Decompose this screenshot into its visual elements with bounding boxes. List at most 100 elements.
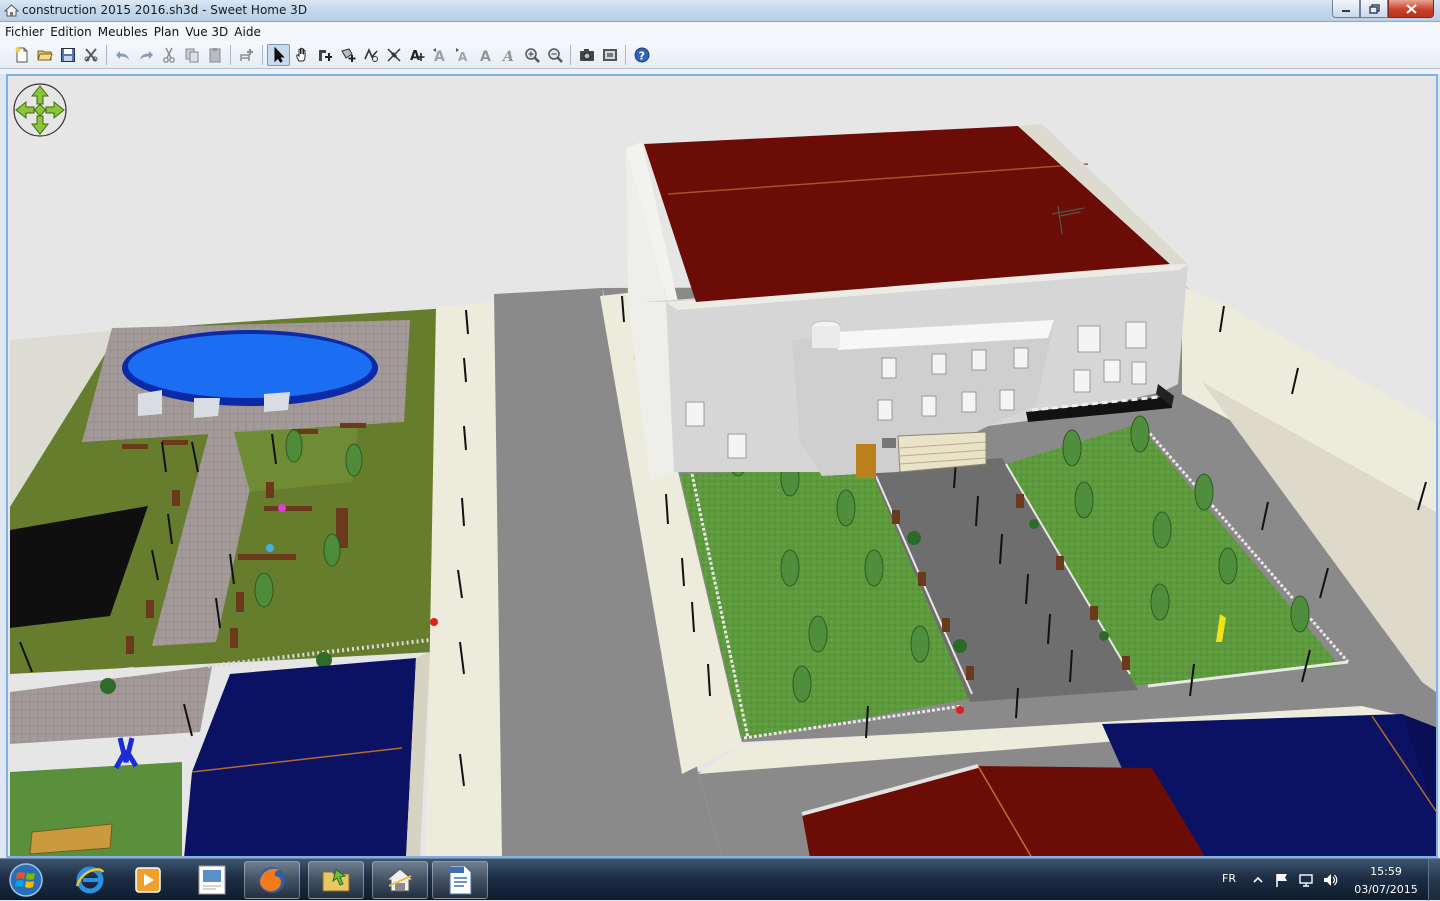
volume-icon[interactable] xyxy=(1322,872,1338,888)
taskbar-document-thumbnail[interactable] xyxy=(184,861,240,899)
maximize-button[interactable] xyxy=(1360,0,1388,18)
select-mode-button[interactable] xyxy=(267,43,290,66)
pan-mode-icon xyxy=(295,47,305,61)
create-walls-icon xyxy=(318,49,332,61)
taskbar-firefox[interactable] xyxy=(244,861,300,899)
increase-text-icon: A xyxy=(432,47,445,63)
create-labels-button[interactable]: A xyxy=(405,44,428,66)
open-button[interactable] xyxy=(33,44,56,66)
paste-icon xyxy=(209,47,220,62)
close-button[interactable] xyxy=(1388,0,1434,18)
add-furniture-icon xyxy=(239,48,253,61)
create-dimensions-icon xyxy=(386,47,401,62)
flag-icon[interactable] xyxy=(1274,872,1290,888)
menu-plan[interactable]: Plan xyxy=(151,25,183,39)
swimming-pool xyxy=(128,334,372,398)
bold-text-button[interactable]: A xyxy=(474,44,497,66)
toolbar-separator xyxy=(262,44,263,65)
decrease-text-button[interactable]: A xyxy=(451,44,474,66)
window-title: construction 2015 2016.sh3d - Sweet Home… xyxy=(22,3,308,17)
increase-text-button[interactable]: A xyxy=(428,44,451,66)
show-desktop-button[interactable] xyxy=(1428,859,1440,901)
menu-vue-3d[interactable]: Vue 3D xyxy=(182,25,231,39)
create-rooms-button[interactable] xyxy=(336,44,359,66)
clock-time[interactable]: 15:59 xyxy=(1368,865,1404,878)
cut-icon xyxy=(162,47,175,63)
zoom-out-button[interactable] xyxy=(543,44,566,66)
cut-button[interactable] xyxy=(157,44,180,66)
navigation-arrows-icon[interactable] xyxy=(12,82,68,138)
create-walls-button[interactable] xyxy=(313,44,336,66)
copy-icon xyxy=(185,48,198,62)
create-dimensions-button[interactable] xyxy=(382,44,405,66)
add-furniture-button[interactable] xyxy=(235,44,258,66)
bold-text-icon: A xyxy=(480,49,491,63)
taskbar-file-explorer[interactable] xyxy=(308,861,364,899)
create-photo-icon xyxy=(579,48,594,61)
zoom-in-icon xyxy=(524,47,540,63)
svg-text:?: ? xyxy=(638,49,644,62)
taskbar-media-player[interactable] xyxy=(120,861,176,899)
undo-button[interactable] xyxy=(111,44,134,66)
create-rooms-icon xyxy=(340,47,355,62)
sweet-home-3d-icon xyxy=(385,868,415,892)
network-icon[interactable] xyxy=(1298,872,1314,888)
create-polylines-button[interactable] xyxy=(359,44,382,66)
help-icon: ? xyxy=(634,47,649,62)
maximize-icon xyxy=(1368,3,1380,14)
redo-button[interactable] xyxy=(134,44,157,66)
sweet-home-3d-icon xyxy=(4,4,19,17)
svg-text:A: A xyxy=(501,49,514,63)
window-controls xyxy=(1332,0,1434,19)
taskbar: FR 15:59 03/07/2015 xyxy=(0,858,1440,901)
create-photo-button[interactable] xyxy=(575,44,598,66)
cut-preferences-icon xyxy=(84,47,97,62)
decrease-text-icon: A xyxy=(455,47,468,63)
create-labels-icon: A xyxy=(410,49,424,63)
show-hidden-icons-icon[interactable] xyxy=(1250,872,1266,888)
taskbar-odf-document[interactable] xyxy=(432,861,488,899)
preferences-button[interactable] xyxy=(79,44,102,66)
pan-mode-button[interactable] xyxy=(290,44,313,66)
create-video-icon xyxy=(602,48,617,61)
open-icon xyxy=(36,50,53,60)
svg-text:A: A xyxy=(480,49,491,63)
menu-bar: Fichier Edition Meubles Plan Vue 3D Aide xyxy=(0,22,1440,41)
save-icon xyxy=(60,47,75,62)
create-video-button[interactable] xyxy=(598,44,621,66)
italic-text-icon: A xyxy=(501,49,514,63)
windows-start-icon[interactable] xyxy=(4,861,48,899)
minimize-button[interactable] xyxy=(1332,0,1360,18)
toolbar-separator xyxy=(625,44,626,65)
menu-aide[interactable]: Aide xyxy=(231,25,264,39)
paste-button[interactable] xyxy=(203,44,226,66)
toolbar-separator xyxy=(106,44,107,65)
toolbar-separator xyxy=(570,44,571,65)
zoom-in-button[interactable] xyxy=(520,44,543,66)
svg-text:A: A xyxy=(410,49,420,63)
menu-meubles[interactable]: Meubles xyxy=(95,25,151,39)
save-button[interactable] xyxy=(56,44,79,66)
new-home-button[interactable] xyxy=(10,44,33,66)
new-home-icon xyxy=(15,47,27,62)
taskbar-sweet-home-3d[interactable] xyxy=(372,861,428,899)
odf-document-icon xyxy=(449,865,472,895)
create-polylines-icon xyxy=(363,47,378,62)
firefox-icon xyxy=(259,867,285,893)
copy-button[interactable] xyxy=(180,44,203,66)
tool-bar: A A A A A ? xyxy=(0,41,1440,69)
menu-edition[interactable]: Edition xyxy=(47,25,95,39)
taskbar-internet-explorer[interactable] xyxy=(62,861,118,899)
clock-date[interactable]: 03/07/2015 xyxy=(1354,883,1418,896)
3d-view[interactable] xyxy=(6,74,1438,858)
entrance-door xyxy=(856,444,876,478)
input-language[interactable]: FR xyxy=(1222,872,1236,885)
help-button[interactable]: ? xyxy=(630,44,653,66)
file-explorer-icon xyxy=(322,869,350,892)
menu-fichier[interactable]: Fichier xyxy=(2,25,47,39)
internet-explorer-icon xyxy=(75,866,105,894)
3d-scene xyxy=(8,76,1436,856)
italic-text-button[interactable]: A xyxy=(497,44,520,66)
document-thumbnail-icon xyxy=(198,865,226,895)
title-bar[interactable]: construction 2015 2016.sh3d - Sweet Home… xyxy=(0,0,1440,22)
